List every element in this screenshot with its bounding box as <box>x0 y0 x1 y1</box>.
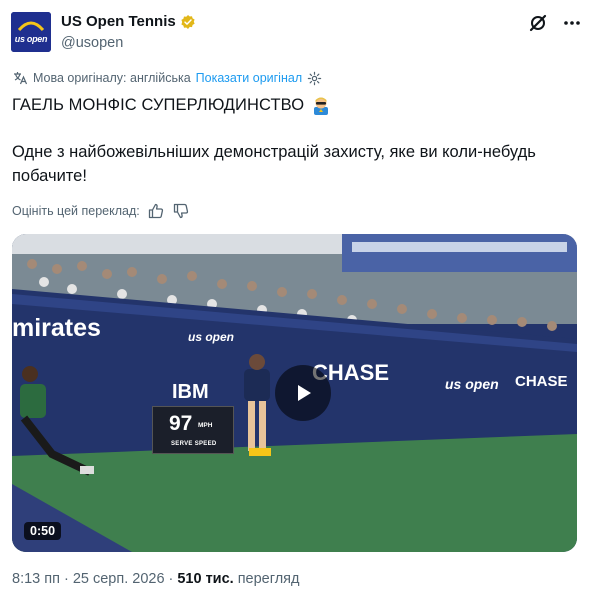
show-original-link[interactable]: Показати оригінал <box>196 71 302 85</box>
account-avatar[interactable]: us open <box>11 12 51 52</box>
serve-speed-unit: MPH <box>198 422 213 429</box>
settings-gear-icon[interactable] <box>307 71 322 86</box>
rate-translation-row: Оцініть цей переклад: <box>12 202 190 220</box>
play-button[interactable] <box>275 365 331 421</box>
more-dots-icon <box>564 21 580 25</box>
serve-speed-board: 97 MPH SERVE SPEED <box>152 406 234 454</box>
more-options-button[interactable] <box>561 12 583 34</box>
translation-notice: Мова оригіналу: англійська Показати ориг… <box>12 70 322 86</box>
views-count: 510 тис. <box>177 571 234 587</box>
video-duration: 0:50 <box>24 522 62 540</box>
play-icon <box>298 385 311 401</box>
ibm-ad: IBM <box>172 381 209 403</box>
meta-separator: · <box>63 571 69 587</box>
meta-separator: · <box>168 571 174 587</box>
superhero-emoji-icon <box>314 97 329 115</box>
rate-translation-label: Оцініть цей переклад: <box>12 204 140 218</box>
us-open-logo-icon <box>11 12 51 52</box>
account-name[interactable]: US Open Tennis <box>61 13 176 30</box>
views-label: перегляд <box>237 571 300 587</box>
thumbs-down-icon[interactable] <box>172 202 190 220</box>
serve-speed-value: 97 <box>169 412 193 435</box>
tweet-title: ГАЕЛЬ МОНФІС СУПЕРЛЮДИНСТВО <box>12 94 332 116</box>
tweet-body: Одне з найбожевільніших демонстрацій зах… <box>12 143 536 185</box>
chase-ad-2: CHASE <box>515 373 568 390</box>
thumbs-up-icon[interactable] <box>147 202 165 220</box>
account-handle[interactable]: @usopen <box>61 35 123 51</box>
grok-button[interactable] <box>527 12 549 34</box>
usopen-ad-2: us open <box>445 376 499 392</box>
account-name-row: US Open Tennis <box>61 13 196 30</box>
verified-badge-icon <box>181 14 195 29</box>
avatar-text: us open <box>14 34 48 44</box>
usopen-ad: us open <box>188 330 235 344</box>
grok-icon <box>529 14 547 32</box>
tweet-title-text: ГАЕЛЬ МОНФІС СУПЕРЛЮДИНСТВО <box>12 95 305 114</box>
serve-speed-label: SERVE SPEED <box>171 441 217 447</box>
emirates-ad: mirates <box>12 314 101 342</box>
translate-icon <box>14 72 28 85</box>
tweet-time[interactable]: 8:13 пп <box>12 571 60 587</box>
tweet-meta: 8:13 пп · 25 серп. 2026 · 510 тис. перег… <box>12 571 300 587</box>
original-language-text: Мова оригіналу: англійська <box>33 71 191 85</box>
video-player[interactable]: mirates us open CHASE IBM us open CHASE … <box>12 234 577 552</box>
tweet-card: us open US Open Tennis @usopen Мова ориг… <box>0 0 604 611</box>
tweet-date[interactable]: 25 серп. 2026 <box>73 571 165 587</box>
